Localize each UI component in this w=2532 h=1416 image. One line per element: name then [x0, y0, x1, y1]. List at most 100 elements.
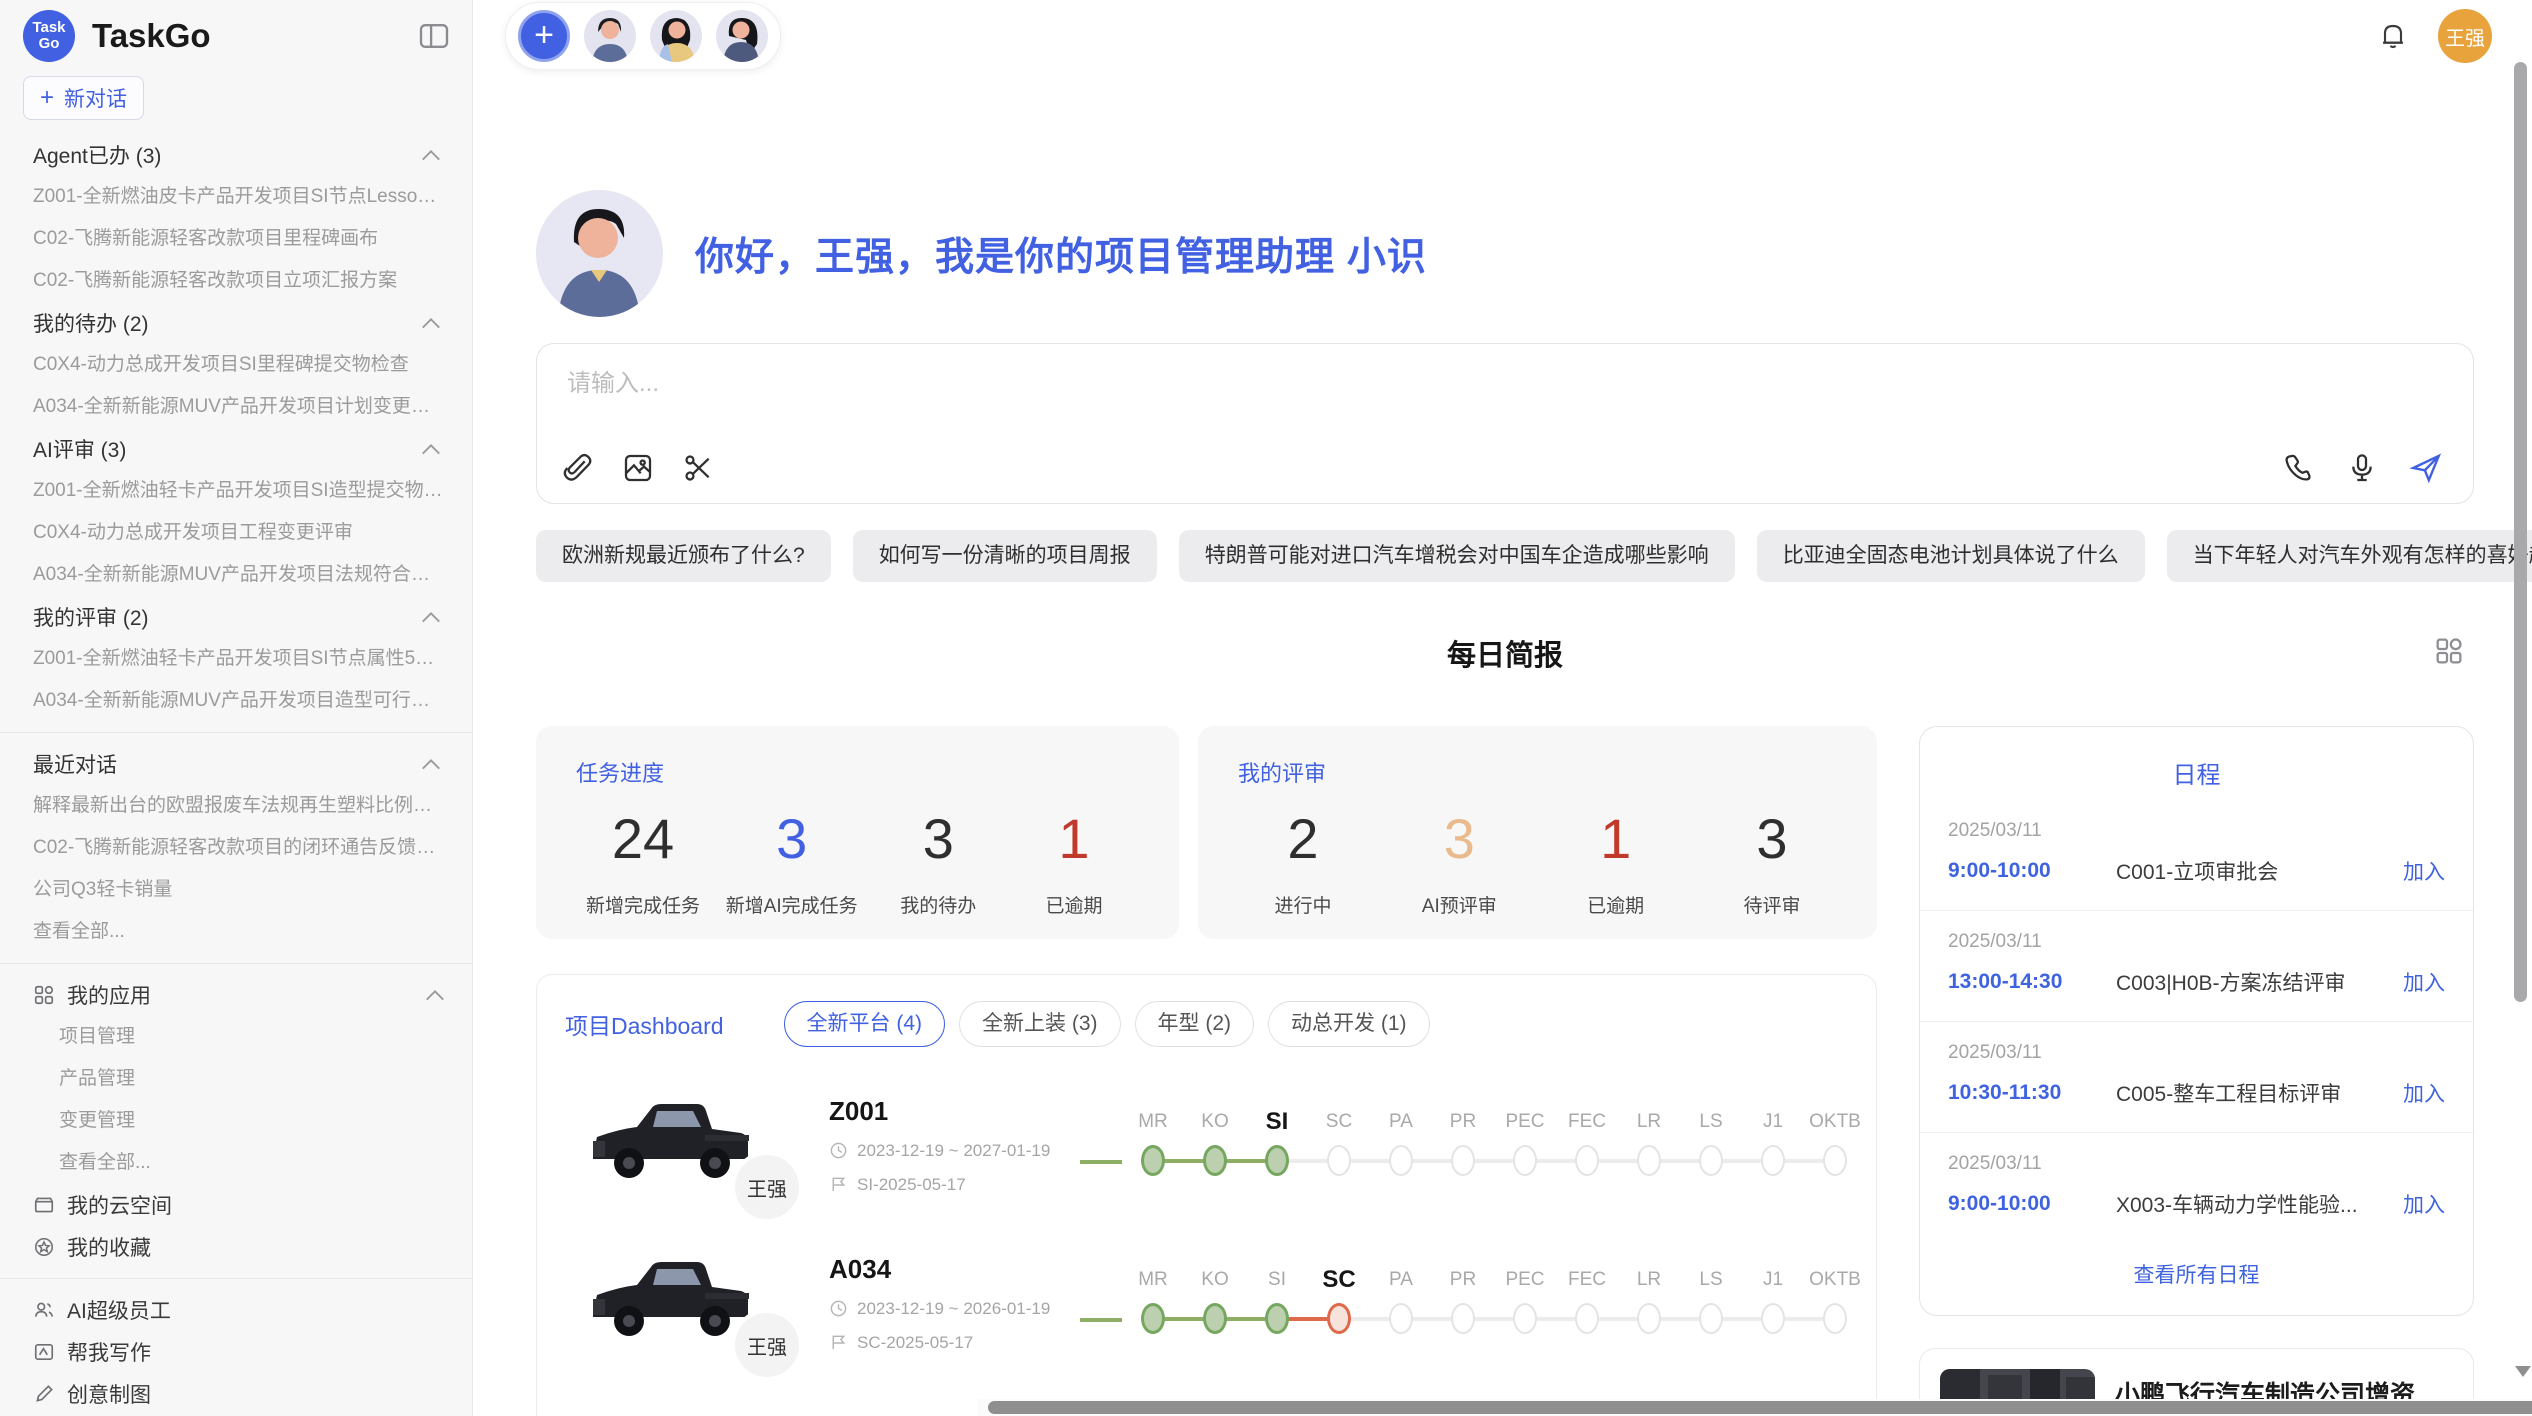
schedule-time: 9:00-10:00 [1948, 1192, 2116, 1216]
chevron-up-icon[interactable] [420, 611, 442, 623]
input-left-icons [561, 451, 715, 485]
logo-line2: Go [39, 36, 60, 52]
project-flag: SI-2025-05-17 [829, 1175, 1080, 1195]
milestone: PEC [1494, 1265, 1556, 1343]
suggestion-chips: 欧洲新规最近颁布了什么? 如何写一份清晰的项目周报特朗普可能对进口汽车增税会对中国… [536, 530, 2474, 582]
schedule-time: 9:00-10:00 [1948, 859, 2116, 883]
schedule-time: 10:30-11:30 [1948, 1081, 2116, 1105]
join-link[interactable]: 加入 [2403, 1078, 2445, 1108]
sidebar-header: Task Go TaskGo [0, 0, 472, 72]
sidebar-group-header[interactable]: Agent已办 (3) [0, 134, 472, 176]
recent-chat-item[interactable]: 公司Q3轻卡销量 [0, 869, 472, 911]
sidebar-task-item[interactable]: C0X4-动力总成开发项目工程变更评审 [0, 512, 472, 554]
send-icon[interactable] [2409, 451, 2443, 485]
notification-bell-icon[interactable] [2376, 19, 2410, 53]
new-chat-button[interactable]: + 新对话 [23, 76, 144, 120]
dashboard-tab[interactable]: 年型 (2) [1135, 1001, 1255, 1047]
chat-input-box [536, 343, 2474, 504]
dashboard-tab[interactable]: 全新上装 (3) [959, 1001, 1121, 1047]
milestone: FEC [1556, 1265, 1618, 1343]
sidebar-group-header[interactable]: 我的评审 (2) [0, 596, 472, 638]
milestone: PR [1432, 1265, 1494, 1343]
microphone-icon[interactable] [2345, 451, 2379, 485]
dashboard-tab[interactable]: 全新平台 (4) [784, 1001, 946, 1047]
milestone-label: PEC [1494, 1265, 1556, 1295]
milestone: MR [1122, 1107, 1184, 1185]
view-all-schedule-link[interactable]: 查看所有日程 [1920, 1259, 2473, 1289]
suggestion-chip[interactable]: 欧洲新规最近颁布了什么? [536, 530, 831, 582]
sidebar-tool-drawing[interactable]: 创意制图 [0, 1373, 472, 1415]
sidebar-group-title: Agent已办 (3) [33, 140, 420, 170]
project-row[interactable]: 王强 A034 2023-12-19 ~ 2026-01-19 SC-2025-… [565, 1243, 1846, 1363]
milestone-label: LR [1618, 1265, 1680, 1295]
teammate-avatar-2[interactable] [650, 10, 702, 62]
milestone: SC [1308, 1107, 1370, 1185]
chevron-up-icon[interactable] [420, 758, 442, 770]
stat-label: 新增完成任务 [586, 891, 700, 918]
scroll-down-arrow-icon[interactable] [2515, 1366, 2531, 1377]
sidebar-group-header[interactable]: 我的待办 (2) [0, 302, 472, 344]
project-dates: 2023-12-19 ~ 2027-01-19 [829, 1141, 1080, 1161]
image-icon[interactable] [621, 451, 655, 485]
recent-chat-item[interactable]: 查看全部... [0, 911, 472, 953]
sidebar-task-item[interactable]: Z001-全新燃油皮卡产品开发项目SI节点Lesson Learn报告 [0, 176, 472, 218]
horizontal-scrollbar[interactable] [978, 1399, 2532, 1416]
attachment-icon[interactable] [561, 451, 595, 485]
grid-apps-icon [33, 984, 55, 1006]
chat-input[interactable] [567, 370, 2443, 398]
sidebar-tool-ai-staff[interactable]: AI超级员工 [0, 1289, 472, 1331]
sidebar-task-item[interactable]: Z001-全新燃油轻卡产品开发项目SI节点属性5D文件评审 [0, 638, 472, 680]
sidebar-tool-writing[interactable]: 帮我写作 [0, 1331, 472, 1373]
sidebar-task-item[interactable]: C0X4-动力总成开发项目SI里程碑提交物检查 [0, 344, 472, 386]
user-avatar[interactable]: 王强 [2438, 9, 2492, 63]
sidebar-item-my-apps[interactable]: 我的应用 [0, 974, 472, 1016]
sidebar-task-item[interactable]: A034-全新新能源MUV产品开发项目法规符合性评审 [0, 554, 472, 596]
scissors-icon[interactable] [681, 451, 715, 485]
sidebar-task-item[interactable]: Z001-全新燃油轻卡产品开发项目SI造型提交物评审 [0, 470, 472, 512]
add-member-button[interactable]: + [518, 10, 570, 62]
vertical-scrollbar[interactable] [2512, 0, 2528, 1416]
stat-card: 任务进度 24 新增完成任务 3 新增AI完成任务 3 我的待办 1 已逾期 [536, 726, 1179, 939]
sidebar-task-item[interactable]: A034-全新新能源MUV产品开发项目计划变更表编写 [0, 386, 472, 428]
suggestion-chip[interactable]: 当下年轻人对汽车外观有怎样的喜好趋势 [2167, 530, 2532, 582]
recent-chat-item[interactable]: 解释最新出台的欧盟报废车法规再生塑料比例被调至15%... [0, 785, 472, 827]
join-link[interactable]: 加入 [2403, 967, 2445, 997]
chevron-up-icon[interactable] [424, 989, 446, 1001]
project-row[interactable]: 王强 Z001 2023-12-19 ~ 2027-01-19 SI-2025-… [565, 1085, 1846, 1205]
vertical-scrollbar-thumb[interactable] [2514, 62, 2527, 1002]
suggestion-chip[interactable]: 如何写一份清晰的项目周报 [853, 530, 1157, 582]
join-link[interactable]: 加入 [2403, 856, 2445, 886]
suggestion-chip[interactable]: 特朗普可能对进口汽车增税会对中国车企造成哪些影响 [1179, 530, 1735, 582]
project-dashboard-card: 项目Dashboard 全新平台 (4)全新上装 (3)年型 (2)动总开发 (… [536, 974, 1877, 1416]
milestone-label: PR [1432, 1107, 1494, 1137]
layout-grid-icon[interactable] [2432, 634, 2466, 668]
dashboard-tab[interactable]: 动总开发 (1) [1268, 1001, 1430, 1047]
sidebar-task-item[interactable]: C02-飞腾新能源轻客改款项目立项汇报方案 [0, 260, 472, 302]
app-sub-item[interactable]: 查看全部... [0, 1142, 472, 1184]
recent-chats-header[interactable]: 最近对话 [0, 743, 472, 785]
stat: 1 已逾期 [1561, 806, 1671, 918]
teammate-avatar-3[interactable] [716, 10, 768, 62]
sidebar-item-cloud-space[interactable]: 我的云空间 [0, 1184, 472, 1226]
milestone-label: PR [1432, 1265, 1494, 1295]
sidebar-tool-label: AI超级员工 [67, 1295, 171, 1325]
teammate-avatar-1[interactable] [584, 10, 636, 62]
chevron-up-icon[interactable] [420, 443, 442, 455]
suggestion-chip[interactable]: 比亚迪全固态电池计划具体说了什么 [1757, 530, 2145, 582]
app-sub-item[interactable]: 项目管理 [0, 1016, 472, 1058]
recent-chat-item[interactable]: C02-飞腾新能源轻客改款项目的闭环通告反馈情况 [0, 827, 472, 869]
horizontal-scrollbar-thumb[interactable] [988, 1401, 2532, 1414]
sidebar-group-header[interactable]: AI评审 (3) [0, 428, 472, 470]
app-sub-item[interactable]: 产品管理 [0, 1058, 472, 1100]
stat-label: 已逾期 [1019, 891, 1129, 918]
sidebar-collapse-icon[interactable] [418, 20, 450, 52]
chevron-up-icon[interactable] [420, 317, 442, 329]
sidebar-task-item[interactable]: C02-飞腾新能源轻客改款项目里程碑画布 [0, 218, 472, 260]
sidebar-task-item[interactable]: A034-全新新能源MUV产品开发项目造型可行性评审 [0, 680, 472, 722]
app-sub-item[interactable]: 变更管理 [0, 1100, 472, 1142]
sidebar-divider [0, 963, 472, 964]
chevron-up-icon[interactable] [420, 149, 442, 161]
phone-call-icon[interactable] [2281, 451, 2315, 485]
sidebar-item-favorites[interactable]: 我的收藏 [0, 1226, 472, 1268]
join-link[interactable]: 加入 [2403, 1189, 2445, 1219]
